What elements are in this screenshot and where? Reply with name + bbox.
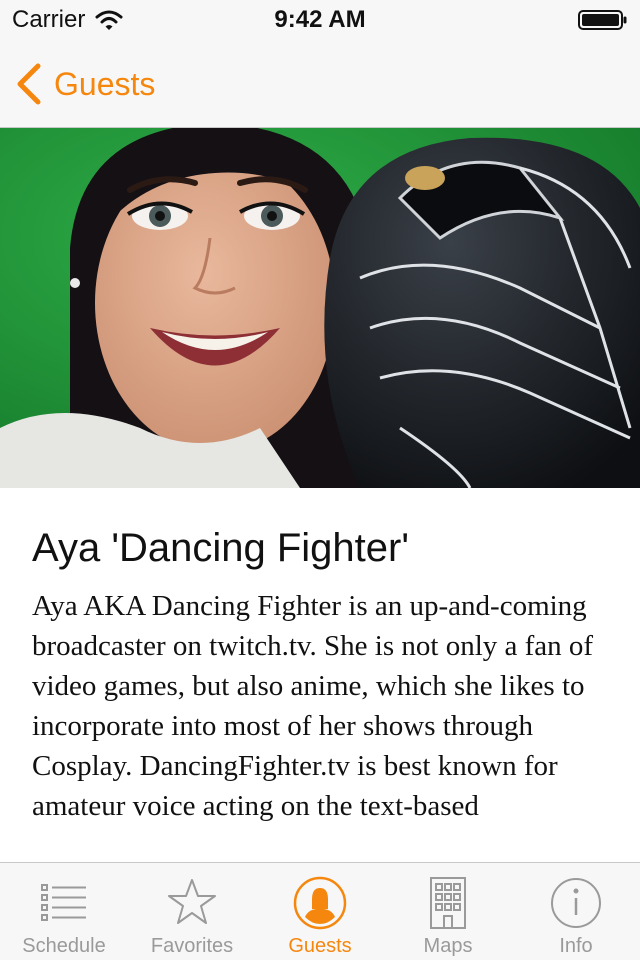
building-icon — [420, 875, 476, 931]
info-icon — [548, 875, 604, 931]
tab-schedule[interactable]: Schedule — [0, 863, 128, 960]
list-icon — [36, 875, 92, 931]
tab-schedule-label: Schedule — [22, 935, 106, 957]
navigation-bar: Guests — [0, 40, 640, 128]
tab-maps[interactable]: Maps — [384, 863, 512, 960]
tab-guests[interactable]: Guests — [256, 863, 384, 960]
guest-detail-content: Aya 'Dancing Fighter' Aya AKA Dancing Fi… — [0, 488, 640, 862]
tab-guests-label: Guests — [288, 935, 352, 957]
back-button-label: Guests — [54, 65, 156, 102]
back-button[interactable]: Guests — [14, 60, 155, 108]
status-time: 9:42 AM — [274, 6, 366, 33]
tab-favorites-label: Favorites — [150, 935, 234, 957]
guest-photo — [0, 128, 640, 488]
battery-icon — [578, 10, 627, 30]
tab-maps-label: Maps — [423, 935, 473, 957]
chevron-left-icon — [17, 63, 41, 105]
status-bar: Carrier 9:42 AM — [0, 0, 640, 40]
tab-info-label: Info — [559, 935, 593, 957]
person-icon — [292, 875, 348, 931]
guest-bio: Aya AKA Dancing Fighter is an up-and-com… — [32, 590, 594, 822]
star-icon — [164, 875, 220, 931]
tab-bar: Schedule Favorites Guests Maps Info — [0, 862, 640, 960]
tab-info[interactable]: Info — [512, 863, 640, 960]
tab-favorites[interactable]: Favorites — [128, 863, 256, 960]
guest-name: Aya 'Dancing Fighter' — [32, 526, 409, 570]
